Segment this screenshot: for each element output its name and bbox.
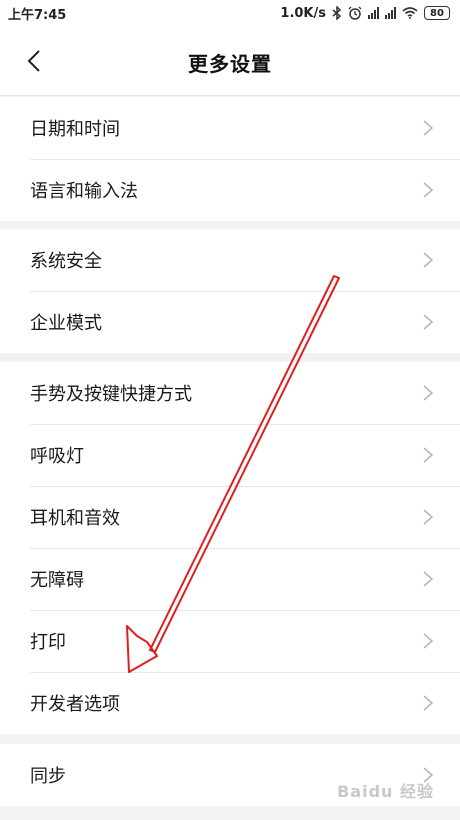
settings-item-label: 系统安全	[30, 251, 102, 272]
status-time: 上午7:45	[8, 7, 67, 23]
chevron-right-icon	[423, 120, 434, 136]
status-bar: 上午7:45 1.0K/s 80	[0, 0, 460, 26]
settings-item-print[interactable]: 打印	[0, 610, 460, 672]
chevron-right-icon	[423, 509, 434, 525]
signal-icon	[368, 7, 379, 19]
settings-item-label: 打印	[30, 632, 66, 653]
settings-group-1: 日期和时间 语言和输入法	[0, 97, 460, 221]
header: 更多设置	[0, 26, 460, 96]
battery-level: 80	[430, 7, 444, 19]
chevron-right-icon	[423, 633, 434, 649]
settings-item-language-input[interactable]: 语言和输入法	[0, 159, 460, 221]
settings-item-label: 无障碍	[30, 570, 84, 591]
settings-item-label: 耳机和音效	[30, 508, 120, 529]
settings-item-headset-audio[interactable]: 耳机和音效	[0, 486, 460, 548]
wifi-icon	[402, 7, 418, 19]
chevron-right-icon	[423, 695, 434, 711]
settings-item-label: 手势及按键快捷方式	[30, 384, 192, 405]
chevron-right-icon	[423, 314, 434, 330]
alarm-icon	[348, 6, 362, 20]
settings-item-gesture-shortcuts[interactable]: 手势及按键快捷方式	[0, 362, 460, 424]
chevron-right-icon	[423, 571, 434, 587]
settings-item-date-time[interactable]: 日期和时间	[0, 97, 460, 159]
signal-icon	[385, 7, 396, 19]
chevron-right-icon	[423, 447, 434, 463]
settings-item-system-security[interactable]: 系统安全	[0, 229, 460, 291]
settings-item-label: 企业模式	[30, 313, 102, 334]
settings-group-2: 系统安全 企业模式	[0, 229, 460, 353]
status-icons: 1.0K/s 80	[280, 6, 450, 21]
settings-item-enterprise-mode[interactable]: 企业模式	[0, 291, 460, 353]
bluetooth-icon	[332, 6, 342, 20]
chevron-right-icon	[423, 182, 434, 198]
network-speed: 1.0K/s	[280, 5, 326, 21]
settings-group-3: 手势及按键快捷方式 呼吸灯 耳机和音效 无障碍 打印 开发者选项	[0, 362, 460, 734]
settings-item-label: 同步	[30, 766, 66, 787]
watermark: Baidu 经验	[337, 782, 434, 801]
settings-item-label: 语言和输入法	[30, 181, 138, 202]
settings-item-notification-light[interactable]: 呼吸灯	[0, 424, 460, 486]
battery-icon: 80	[424, 6, 450, 20]
settings-item-accessibility[interactable]: 无障碍	[0, 548, 460, 610]
settings-item-label: 开发者选项	[30, 694, 120, 715]
chevron-right-icon	[423, 252, 434, 268]
settings-item-developer-options[interactable]: 开发者选项	[0, 672, 460, 734]
settings-item-label: 日期和时间	[30, 119, 120, 140]
page-title: 更多设置	[188, 52, 272, 76]
chevron-right-icon	[423, 385, 434, 401]
settings-item-label: 呼吸灯	[30, 446, 84, 467]
